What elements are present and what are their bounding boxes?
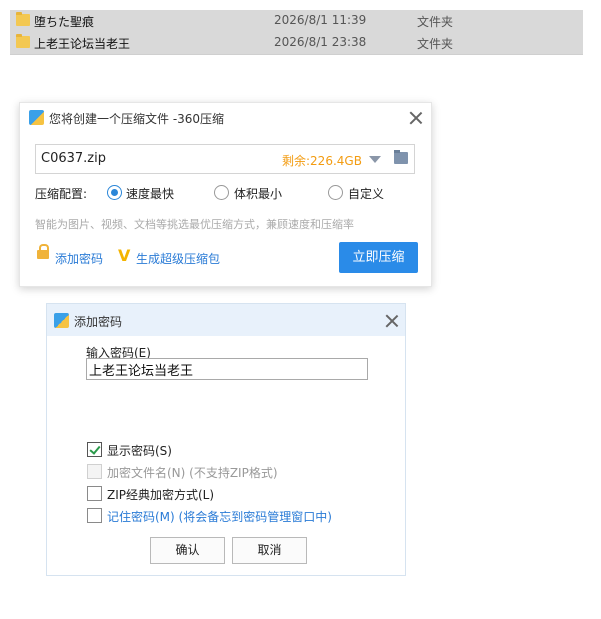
super-zip-link[interactable]: 生成超级压缩包 — [136, 250, 220, 267]
folder-icon — [16, 34, 30, 48]
zip-filename: C0637.zip — [41, 151, 106, 166]
confirm-button[interactable]: 确认 — [150, 537, 225, 564]
radio-fastest[interactable] — [107, 185, 122, 200]
encrypt-filenames-label: 加密文件名(N) (不支持ZIP格式) — [107, 466, 278, 480]
compress-config-label: 压缩配置: — [35, 187, 88, 201]
cancel-button[interactable]: 取消 — [232, 537, 307, 564]
file-date: 2026/8/1 23:38 — [274, 35, 367, 49]
lock-icon — [37, 244, 49, 259]
radio-custom-label[interactable]: 自定义 — [348, 185, 384, 202]
remaining-space: 剩余:226.4GB — [282, 154, 362, 168]
compress-hint: 智能为图片、视频、文档等挑选最优压缩方式，兼顾速度和压缩率 — [35, 218, 354, 231]
compress-dialog-titlebar[interactable]: 您将创建一个压缩文件 -360压缩 — [20, 103, 431, 131]
browse-folder-icon[interactable] — [394, 150, 408, 164]
zip-classic-encryption-label[interactable]: ZIP经典加密方式(L) — [107, 486, 214, 503]
app-icon — [29, 110, 44, 125]
file-name: 堕ちた聖痕 — [34, 15, 95, 29]
file-type: 文件夹 — [417, 37, 454, 51]
radio-custom[interactable] — [328, 185, 343, 200]
file-date: 2026/8/1 11:39 — [274, 13, 367, 27]
radio-smallest-label[interactable]: 体积最小 — [234, 185, 282, 202]
super-zip-icon: V — [118, 246, 131, 265]
dropdown-arrow-icon[interactable] — [369, 156, 381, 163]
compress-dialog: 您将创建一个压缩文件 -360压缩 C0637.zip 剩余:226.4GB 压… — [19, 102, 432, 287]
password-dialog: 添加密码 输入密码(E) 显示密码(S) 加密文件名(N) (不支持ZIP格式)… — [46, 303, 406, 576]
remember-password-checkbox[interactable] — [87, 508, 102, 523]
close-icon[interactable] — [409, 111, 423, 125]
compress-now-button[interactable]: 立即压缩 — [339, 242, 418, 273]
folder-icon — [16, 12, 30, 26]
file-row[interactable]: 上老王论坛当老王 2026/8/1 23:38 文件夹 — [10, 32, 583, 55]
show-password-label[interactable]: 显示密码(S) — [107, 442, 172, 459]
password-dialog-titlebar[interactable]: 添加密码 — [47, 304, 405, 336]
file-list: 堕ちた聖痕 2026/8/1 11:39 文件夹 上老王论坛当老王 2026/8… — [10, 10, 583, 55]
file-name: 上老王论坛当老王 — [34, 37, 131, 51]
zip-filename-field[interactable]: C0637.zip 剩余:226.4GB — [35, 144, 415, 174]
close-icon[interactable] — [385, 314, 399, 328]
file-row[interactable]: 堕ちた聖痕 2026/8/1 11:39 文件夹 — [10, 10, 583, 33]
remember-password-label[interactable]: 记住密码(M) (将会备忘到密码管理窗口中) — [107, 508, 332, 525]
password-dialog-title: 添加密码 — [74, 315, 123, 329]
compress-dialog-title: 您将创建一个压缩文件 -360压缩 — [49, 112, 225, 126]
add-password-link[interactable]: 添加密码 — [55, 250, 103, 267]
file-type: 文件夹 — [417, 15, 454, 29]
encrypt-filenames-checkbox — [87, 464, 102, 479]
radio-fastest-label[interactable]: 速度最快 — [126, 185, 174, 202]
radio-smallest[interactable] — [214, 185, 229, 200]
app-icon — [54, 313, 69, 328]
password-input[interactable] — [86, 358, 368, 380]
show-password-checkbox[interactable] — [87, 442, 102, 457]
zip-classic-encryption-checkbox[interactable] — [87, 486, 102, 501]
